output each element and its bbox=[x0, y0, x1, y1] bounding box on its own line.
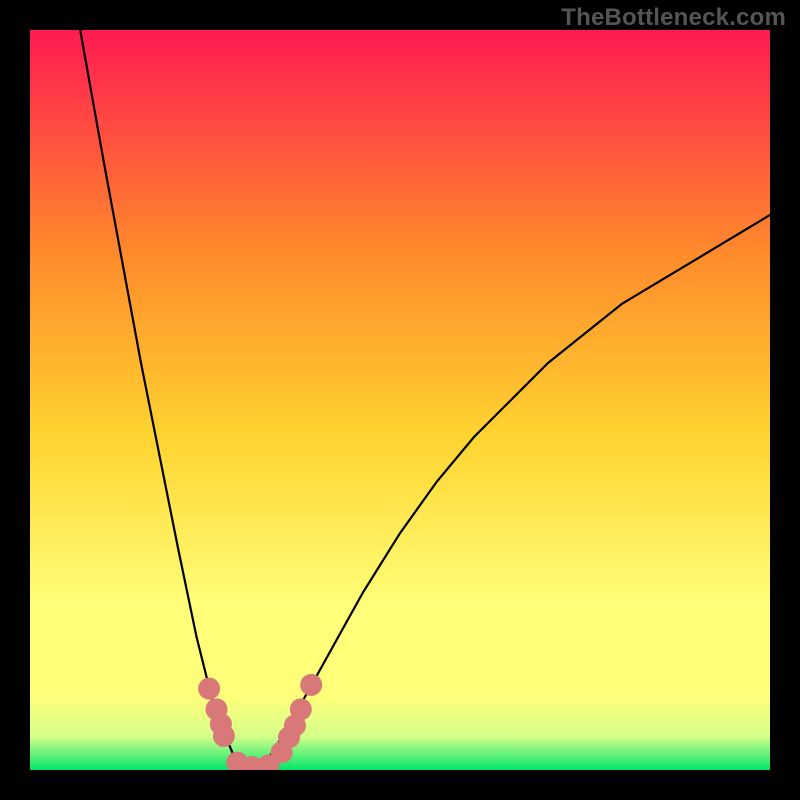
chart-frame: TheBottleneck.com bbox=[0, 0, 800, 800]
data-marker bbox=[213, 725, 235, 747]
gradient-background bbox=[30, 30, 770, 770]
data-marker bbox=[198, 678, 220, 700]
plot-area bbox=[30, 30, 770, 770]
watermark-text: TheBottleneck.com bbox=[561, 4, 786, 32]
data-marker bbox=[300, 674, 322, 696]
chart-svg bbox=[30, 30, 770, 770]
data-marker bbox=[290, 698, 312, 720]
